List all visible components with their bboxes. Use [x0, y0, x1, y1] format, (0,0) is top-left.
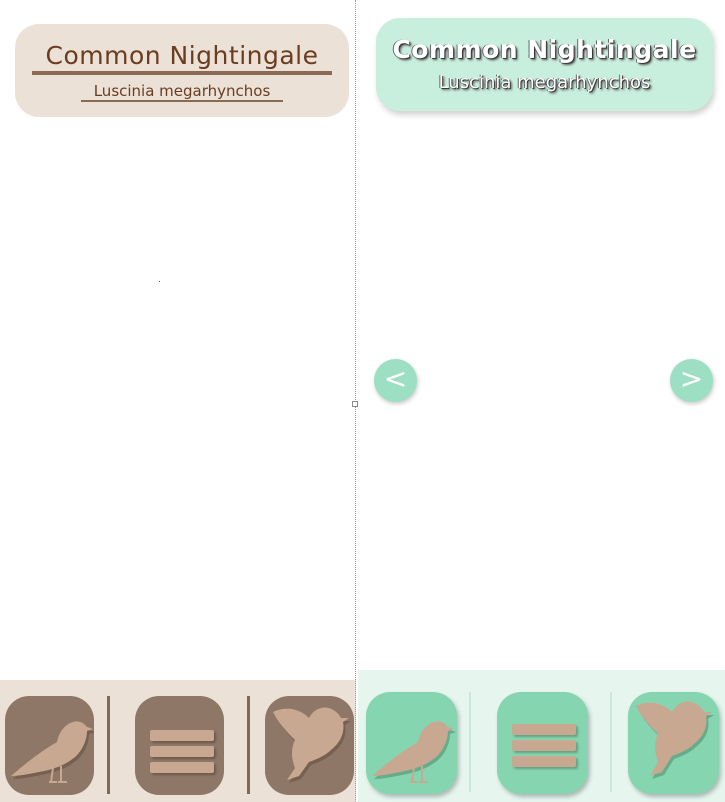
menu-button[interactable]: [497, 692, 588, 794]
next-arrow-button[interactable]: >: [670, 359, 713, 402]
bottom-nav-bar: [0, 680, 356, 802]
perched-bird-icon: [11, 721, 94, 783]
flying-bird-button[interactable]: [628, 692, 719, 794]
bar-separator: [469, 692, 471, 792]
flying-bird-icon: [636, 701, 714, 779]
menu-icon: [512, 724, 576, 772]
species-title-card: Common Nightingale Luscinia megarhynchos: [376, 18, 713, 111]
perched-bird-button[interactable]: [366, 692, 457, 794]
previous-arrow-button[interactable]: <: [374, 359, 417, 402]
flying-bird-button[interactable]: [265, 696, 354, 795]
species-common-name: Common Nightingale: [32, 41, 332, 75]
species-scientific-name: Luscinia megarhynchos: [438, 72, 651, 93]
species-title-card: Common Nightingale Luscinia megarhynchos: [15, 24, 349, 117]
bar-separator: [610, 692, 612, 792]
bar-separator: [107, 696, 110, 794]
right-panel: Common Nightingale Luscinia megarhynchos…: [358, 0, 725, 802]
perched-bird-button[interactable]: [5, 696, 94, 795]
stray-dot: [159, 281, 160, 282]
perched-bird-icon: [372, 721, 456, 783]
bottom-nav-bar: [358, 670, 725, 802]
bar-separator: [247, 696, 250, 794]
species-scientific-name: Luscinia megarhynchos: [81, 82, 283, 102]
flying-bird-icon: [273, 707, 351, 783]
species-common-name: Common Nightingale: [392, 35, 697, 64]
menu-button[interactable]: [135, 696, 224, 795]
menu-icon: [150, 730, 214, 778]
left-panel: Common Nightingale Luscinia megarhynchos: [0, 0, 356, 802]
